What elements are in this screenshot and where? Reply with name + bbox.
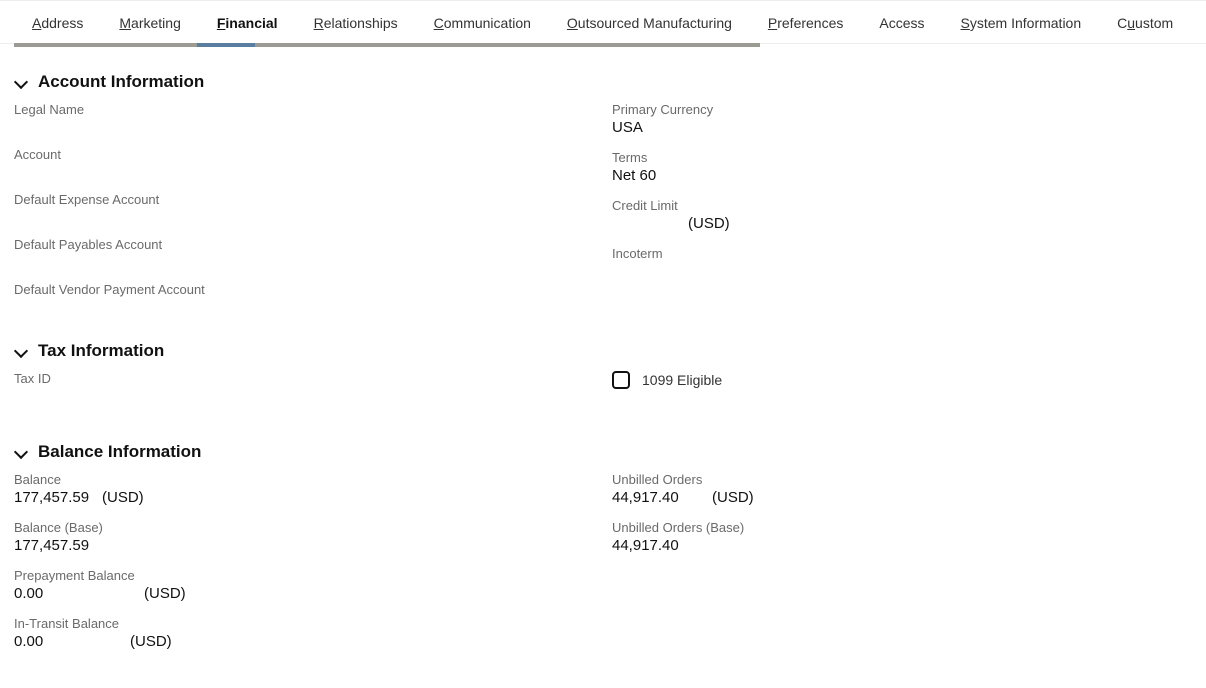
- field-default-vendor-payment-account: Default Vendor Payment Account: [14, 282, 612, 299]
- prepayment-value: 0.00: [14, 585, 138, 602]
- field-value: USA: [612, 119, 1192, 136]
- chevron-down-icon: [14, 344, 28, 358]
- field-label: Tax ID: [14, 371, 612, 386]
- tab-financial[interactable]: Financial: [199, 1, 296, 43]
- tab-list: Address Marketing Financial Relationship…: [14, 1, 1191, 43]
- field-account: Account: [14, 147, 612, 164]
- section-title: Account Information: [38, 72, 204, 92]
- field-value: 177,457.59: [14, 537, 612, 554]
- field-label: Default Vendor Payment Account: [14, 282, 612, 297]
- intransit-currency: (USD): [130, 633, 172, 650]
- field-primary-currency: Primary Currency USA: [612, 102, 1192, 136]
- field-terms: Terms Net 60: [612, 150, 1192, 184]
- tab-relationships[interactable]: Relationships: [296, 1, 416, 43]
- field-label: Incoterm: [612, 246, 1192, 261]
- field-in-transit-balance: In-Transit Balance 0.00 (USD): [14, 616, 612, 650]
- field-label: Default Expense Account: [14, 192, 612, 207]
- checkbox-label: 1099 Eligible: [642, 372, 722, 388]
- field-label: In-Transit Balance: [14, 616, 612, 631]
- unbilled-currency: (USD): [712, 489, 754, 506]
- field-unbilled-orders-base: Unbilled Orders (Base) 44,917.40: [612, 520, 1192, 554]
- field-label: Prepayment Balance: [14, 568, 612, 583]
- content-area: Account Information Legal Name Account D…: [0, 48, 1206, 688]
- section-tax-information[interactable]: Tax Information: [14, 341, 1192, 361]
- field-default-expense-account: Default Expense Account: [14, 192, 612, 209]
- field-label: Balance: [14, 472, 612, 487]
- section-account-information[interactable]: Account Information: [14, 72, 1192, 92]
- tab-address[interactable]: Address: [14, 1, 101, 43]
- field-label: Default Payables Account: [14, 237, 612, 252]
- field-balance: Balance 177,457.59 (USD): [14, 472, 612, 506]
- field-incoterm: Incoterm: [612, 246, 1192, 263]
- field-value: Net 60: [612, 167, 1192, 184]
- field-balance-base: Balance (Base) 177,457.59: [14, 520, 612, 554]
- section-title: Balance Information: [38, 442, 201, 462]
- intransit-value: 0.00: [14, 633, 124, 650]
- field-label: Unbilled Orders (Base): [612, 520, 1192, 535]
- field-label: Legal Name: [14, 102, 612, 117]
- checkbox-1099-eligible[interactable]: [612, 371, 630, 389]
- chevron-down-icon: [14, 75, 28, 89]
- tab-active-indicator: [197, 43, 255, 47]
- field-label: Account: [14, 147, 612, 162]
- tab-system-information[interactable]: System Information: [943, 1, 1100, 43]
- tab-marketing[interactable]: Marketing: [101, 1, 198, 43]
- tab-bar: Address Marketing Financial Relationship…: [0, 0, 1206, 44]
- tab-underline: [14, 43, 760, 47]
- unbilled-value: 44,917.40: [612, 489, 706, 506]
- field-value: 44,917.40: [612, 537, 1192, 554]
- field-credit-limit: Credit Limit (USD): [612, 198, 1192, 232]
- tab-preferences[interactable]: Preferences: [750, 1, 862, 43]
- section-title: Tax Information: [38, 341, 164, 361]
- tab-custom[interactable]: Cuustom: [1099, 1, 1191, 43]
- field-label: Credit Limit: [612, 198, 1192, 213]
- tab-outsourced-manufacturing[interactable]: Outsourced Manufacturing: [549, 1, 750, 43]
- field-label: Balance (Base): [14, 520, 612, 535]
- field-default-payables-account: Default Payables Account: [14, 237, 612, 254]
- field-tax-id: Tax ID: [14, 371, 612, 388]
- credit-currency: (USD): [688, 215, 730, 232]
- field-label: Terms: [612, 150, 1192, 165]
- field-prepayment-balance: Prepayment Balance 0.00 (USD): [14, 568, 612, 602]
- field-legal-name: Legal Name: [14, 102, 612, 119]
- field-1099-eligible: 1099 Eligible: [612, 371, 1192, 389]
- section-balance-information[interactable]: Balance Information: [14, 442, 1192, 462]
- balance-value: 177,457.59: [14, 489, 96, 506]
- tab-access[interactable]: Access: [861, 1, 942, 43]
- field-label: Primary Currency: [612, 102, 1192, 117]
- field-unbilled-orders: Unbilled Orders 44,917.40 (USD): [612, 472, 1192, 506]
- chevron-down-icon: [14, 445, 28, 459]
- field-label: Unbilled Orders: [612, 472, 1192, 487]
- prepayment-currency: (USD): [144, 585, 186, 602]
- balance-currency: (USD): [102, 489, 144, 506]
- tab-communication[interactable]: Communication: [416, 1, 549, 43]
